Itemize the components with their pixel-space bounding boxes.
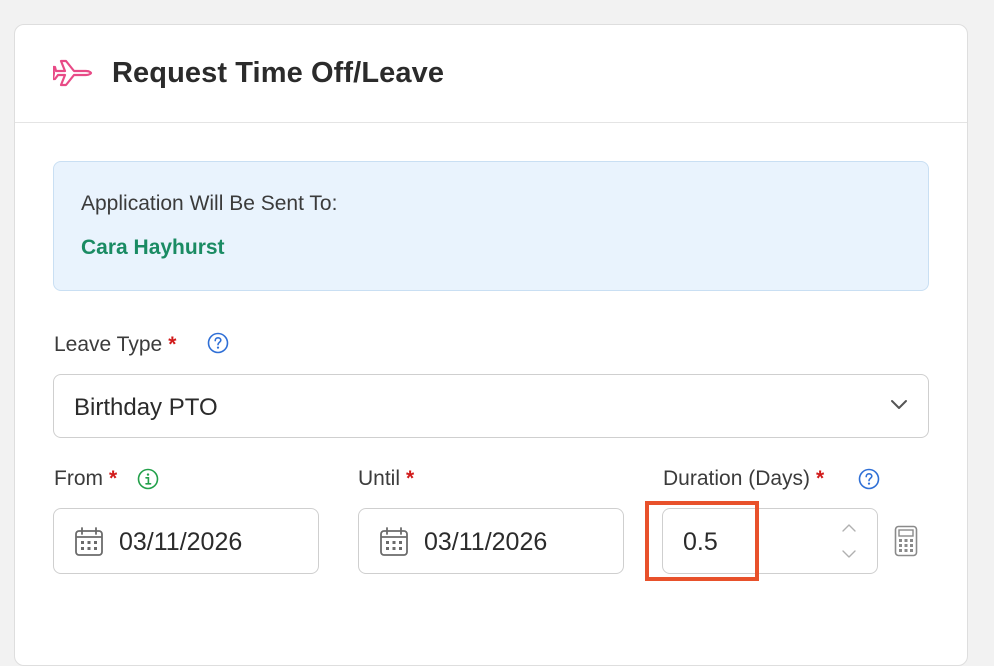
from-date-value: 03/11/2026 <box>119 528 243 556</box>
calculator-icon[interactable] <box>894 525 918 557</box>
calendar-icon <box>75 527 103 556</box>
required-mark: * <box>816 467 825 490</box>
recipient-name: Cara Hayhurst <box>81 236 225 259</box>
duration-highlight-outline <box>645 501 759 581</box>
leave-type-select[interactable]: Birthday PTO <box>53 374 929 438</box>
request-leave-card: Request Time Off/Leave Application Will … <box>14 24 968 666</box>
required-mark: * <box>168 333 177 356</box>
help-icon[interactable] <box>858 468 880 490</box>
from-label: From * <box>54 467 117 491</box>
recipient-info-box: Application Will Be Sent To: Cara Hayhur… <box>53 161 929 291</box>
duration-label-text: Duration (Days) <box>663 467 811 490</box>
chevron-down-icon <box>891 400 907 409</box>
required-mark: * <box>109 467 118 490</box>
from-label-text: From <box>54 467 103 490</box>
until-date-value: 03/11/2026 <box>424 528 548 556</box>
leave-type-label-text: Leave Type <box>54 333 163 356</box>
required-mark: * <box>406 467 415 490</box>
recipient-label: Application Will Be Sent To: <box>81 192 338 215</box>
until-date-input[interactable]: 03/11/2026 <box>358 508 624 574</box>
until-label: Until * <box>358 467 414 491</box>
help-icon[interactable] <box>207 332 229 354</box>
spin-up-icon[interactable] <box>841 523 857 533</box>
from-date-input[interactable]: 03/11/2026 <box>53 508 319 574</box>
leave-type-label: Leave Type * <box>54 333 176 357</box>
leave-type-selected: Birthday PTO <box>74 394 218 421</box>
spin-down-icon[interactable] <box>841 549 857 559</box>
duration-label: Duration (Days) * <box>663 467 824 491</box>
page-title: Request Time Off/Leave <box>112 57 445 89</box>
card-header: Request Time Off/Leave <box>15 25 967 123</box>
info-circle-icon[interactable] <box>137 468 159 490</box>
airplane-icon <box>53 59 93 87</box>
calendar-icon <box>380 527 408 556</box>
until-label-text: Until <box>358 467 401 490</box>
